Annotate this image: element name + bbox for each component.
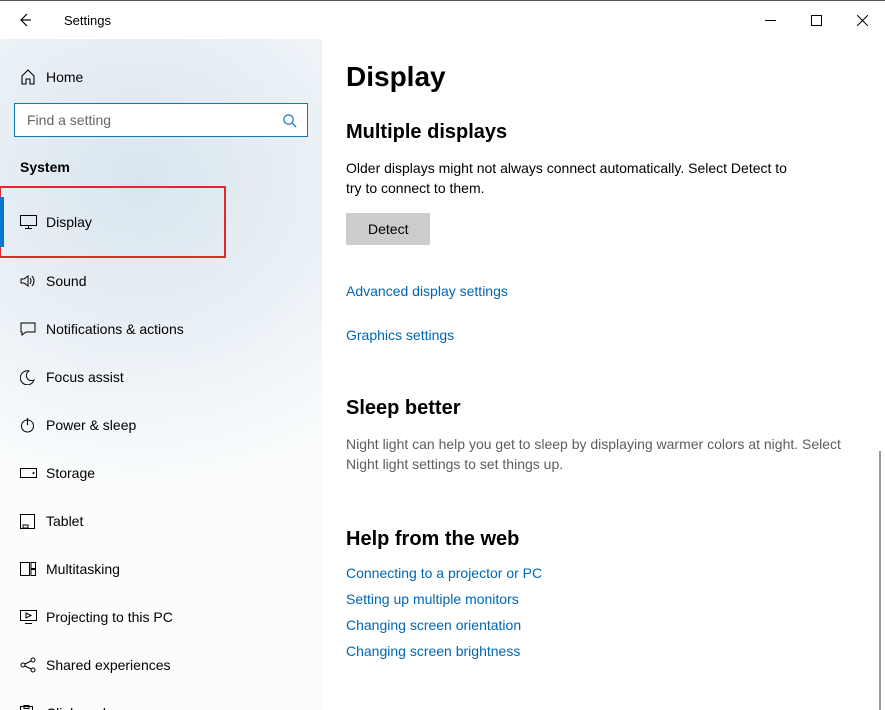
help-link[interactable]: Changing screen orientation <box>346 617 855 633</box>
search-icon <box>282 113 297 128</box>
minimize-button[interactable] <box>747 4 793 36</box>
sidebar-item-storage[interactable]: Storage <box>0 449 322 497</box>
clipboard-icon <box>20 705 46 710</box>
maximize-button[interactable] <box>793 4 839 36</box>
project-icon <box>20 610 46 624</box>
detect-button[interactable]: Detect <box>346 213 430 245</box>
multiple-displays-desc: Older displays might not always connect … <box>346 158 806 199</box>
graphics-settings-link[interactable]: Graphics settings <box>346 327 855 343</box>
help-link[interactable]: Connecting to a projector or PC <box>346 565 855 581</box>
sidebar-item-label: Clipboard <box>46 705 106 710</box>
search-field[interactable] <box>25 111 282 129</box>
help-from-web-heading: Help from the web <box>346 528 855 551</box>
sidebar-item-label: Projecting to this PC <box>46 609 173 625</box>
sidebar-item-focus-assist[interactable]: Focus assist <box>0 353 322 401</box>
share-icon <box>20 657 46 673</box>
page-title: Display <box>346 61 855 93</box>
sidebar-item-label: Shared experiences <box>46 657 171 673</box>
close-button[interactable] <box>839 4 885 36</box>
titlebar: Settings <box>0 1 885 39</box>
multitask-icon <box>20 562 46 576</box>
sidebar-item-label: Sound <box>46 273 86 289</box>
sidebar-item-display[interactable]: Display <box>0 187 225 257</box>
home-icon <box>20 69 46 85</box>
sidebar-section-title: System <box>0 159 322 175</box>
scrollbar[interactable] <box>875 81 885 710</box>
sidebar-item-label: Multitasking <box>46 561 120 577</box>
monitor-icon <box>20 215 46 229</box>
sidebar-item-notifications[interactable]: Notifications & actions <box>0 305 322 353</box>
help-link[interactable]: Changing screen brightness <box>346 643 855 659</box>
drive-icon <box>20 468 46 478</box>
message-icon <box>20 322 46 336</box>
back-button[interactable] <box>14 9 36 31</box>
sidebar-item-label: Storage <box>46 465 95 481</box>
sidebar-item-clipboard[interactable]: Clipboard <box>0 689 322 710</box>
sidebar-item-projecting[interactable]: Projecting to this PC <box>0 593 322 641</box>
sidebar-home[interactable]: Home <box>0 59 322 97</box>
sleep-better-desc: Night light can help you get to sleep by… <box>346 434 846 475</box>
advanced-display-settings-link[interactable]: Advanced display settings <box>346 283 855 299</box>
sleep-better-heading: Sleep better <box>346 397 855 420</box>
sidebar-item-label: Display <box>46 214 92 230</box>
scrollbar-thumb[interactable] <box>879 451 881 710</box>
tablet-icon <box>20 514 46 529</box>
sidebar-item-power-sleep[interactable]: Power & sleep <box>0 401 322 449</box>
sidebar-item-label: Power & sleep <box>46 417 136 433</box>
speaker-icon <box>20 274 46 288</box>
sidebar-item-sound[interactable]: Sound <box>0 257 322 305</box>
sidebar-item-label: Focus assist <box>46 369 124 385</box>
sidebar-item-label: Tablet <box>46 513 83 529</box>
content-area: Display Multiple displays Older displays… <box>322 39 885 710</box>
multiple-displays-heading: Multiple displays <box>346 121 855 144</box>
sidebar-item-label: Notifications & actions <box>46 321 184 337</box>
sidebar-item-tablet[interactable]: Tablet <box>0 497 322 545</box>
sidebar: Home System Display <box>0 39 322 710</box>
search-input[interactable] <box>14 103 308 137</box>
sidebar-item-shared-experiences[interactable]: Shared experiences <box>0 641 322 689</box>
sidebar-home-label: Home <box>46 69 83 85</box>
help-link[interactable]: Setting up multiple monitors <box>346 591 855 607</box>
power-icon <box>20 418 46 433</box>
sidebar-item-multitasking[interactable]: Multitasking <box>0 545 322 593</box>
window-title: Settings <box>64 13 111 28</box>
moon-icon <box>20 370 46 385</box>
